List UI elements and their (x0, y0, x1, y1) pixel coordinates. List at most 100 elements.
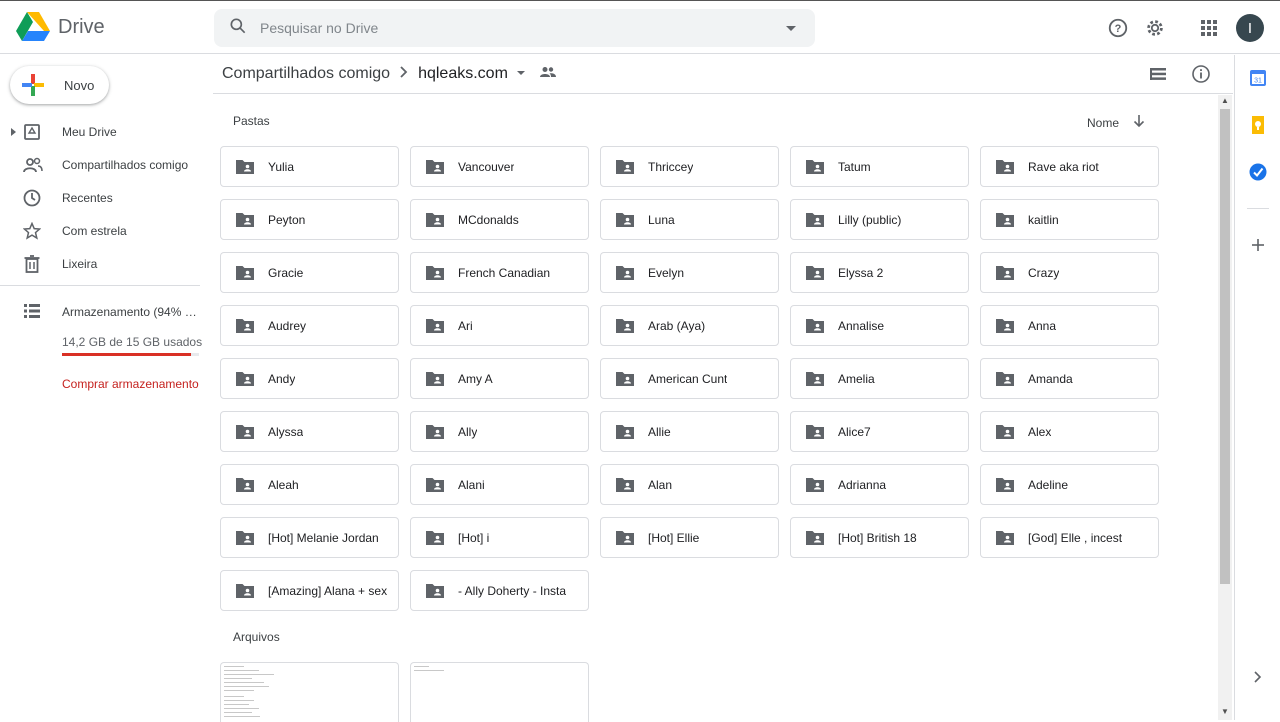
folder-item[interactable]: Tatum (790, 146, 969, 187)
shared-folder-icon (806, 318, 824, 333)
keep-icon[interactable] (1248, 115, 1268, 135)
shared-folder-icon (996, 212, 1014, 227)
help-icon[interactable]: ? (1103, 13, 1133, 43)
shared-folder-icon (236, 318, 254, 333)
drive-logo[interactable]: Drive (16, 12, 105, 42)
folder-item[interactable]: Ari (410, 305, 589, 346)
folder-item[interactable]: [Hot] Melanie Jordan (220, 517, 399, 558)
folder-item[interactable]: Ally (410, 411, 589, 452)
breadcrumb-current[interactable]: hqleaks.com (418, 65, 508, 83)
folder-item[interactable]: Rave aka riot (980, 146, 1159, 187)
folder-item[interactable]: Arab (Aya) (600, 305, 779, 346)
shared-folder-icon (806, 212, 824, 227)
shared-folder-icon (806, 477, 824, 492)
folder-item[interactable]: French Canadian (410, 252, 589, 293)
star-icon (23, 222, 41, 240)
folder-item[interactable]: Alan (600, 464, 779, 505)
sidebar-item-starred[interactable]: Com estrela (0, 216, 200, 246)
search-options-icon[interactable] (783, 20, 799, 41)
apps-grid-icon[interactable] (1194, 13, 1224, 43)
folder-item[interactable]: Adrianna (790, 464, 969, 505)
folder-menu-chevron-down-icon[interactable] (516, 65, 526, 83)
folder-item[interactable]: Gracie (220, 252, 399, 293)
search-icon[interactable] (228, 16, 248, 41)
file-thumbnail[interactable] (410, 662, 589, 722)
shared-folder-people-icon[interactable] (539, 65, 556, 83)
folder-item[interactable]: Allie (600, 411, 779, 452)
folder-item[interactable]: Audrey (220, 305, 399, 346)
folder-name: kaitlin (1028, 212, 1059, 227)
expand-panel-chevron-right-icon[interactable] (1248, 667, 1268, 687)
folder-item[interactable]: Evelyn (600, 252, 779, 293)
folder-item[interactable]: Amanda (980, 358, 1159, 399)
sort-control[interactable]: Nome (1087, 114, 1145, 131)
scroll-down-arrow-icon[interactable]: ▼ (1221, 707, 1229, 716)
folder-item[interactable]: kaitlin (980, 199, 1159, 240)
sidebar-item-shared-with-me[interactable]: Compartilhados comigo (0, 150, 200, 180)
folder-item[interactable]: Adeline (980, 464, 1159, 505)
folder-item[interactable]: [Hot] British 18 (790, 517, 969, 558)
details-info-icon[interactable] (1191, 64, 1211, 89)
scrollbar[interactable]: ▲ ▼ (1218, 95, 1232, 720)
folder-item[interactable]: Alice7 (790, 411, 969, 452)
folder-name: Alex (1028, 424, 1052, 439)
folder-item[interactable]: Alex (980, 411, 1159, 452)
sidebar-item-my-drive[interactable]: Meu Drive (0, 117, 200, 147)
folder-name: Evelyn (648, 265, 685, 280)
shared-folder-icon (236, 265, 254, 280)
shared-folder-icon (806, 530, 824, 545)
new-button[interactable]: Novo (10, 66, 109, 104)
folder-item[interactable]: Alani (410, 464, 589, 505)
shared-folder-icon (616, 265, 634, 280)
folder-item[interactable]: MCdonalds (410, 199, 589, 240)
avatar[interactable]: I (1236, 14, 1264, 42)
sidebar-item-trash[interactable]: Lixeira (0, 249, 200, 279)
scroll-up-arrow-icon[interactable]: ▲ (1221, 96, 1229, 105)
folder-item[interactable]: Annalise (790, 305, 969, 346)
search-bar[interactable]: Pesquisar no Drive (214, 9, 815, 47)
folder-item[interactable]: [Hot] Ellie (600, 517, 779, 558)
breadcrumb-parent[interactable]: Compartilhados comigo (222, 65, 390, 83)
folder-item[interactable]: American Cunt (600, 358, 779, 399)
folder-name: Aleah (268, 477, 299, 492)
expand-arrow-icon[interactable] (10, 127, 18, 137)
folder-item[interactable]: Peyton (220, 199, 399, 240)
folder-item[interactable]: Vancouver (410, 146, 589, 187)
folder-item[interactable]: Amy A (410, 358, 589, 399)
folder-item[interactable]: Crazy (980, 252, 1159, 293)
calendar-icon[interactable]: 31 (1248, 68, 1268, 88)
list-view-icon[interactable] (1149, 67, 1167, 86)
folder-item[interactable]: - Ally Doherty - Insta (410, 570, 589, 611)
folder-item[interactable]: [God] Elle , incest (980, 517, 1159, 558)
folder-item[interactable]: Amelia (790, 358, 969, 399)
shared-folder-icon (236, 583, 254, 598)
folder-item[interactable]: Lilly (public) (790, 199, 969, 240)
folder-item[interactable]: Thriccey (600, 146, 779, 187)
folder-item[interactable]: Elyssa 2 (790, 252, 969, 293)
folder-item[interactable]: Aleah (220, 464, 399, 505)
scrollbar-thumb[interactable] (1220, 109, 1230, 584)
file-thumbnail[interactable] (220, 662, 399, 722)
sidebar-item-recent[interactable]: Recentes (0, 183, 200, 213)
folder-item[interactable]: Yulia (220, 146, 399, 187)
breadcrumb: Compartilhados comigo hqleaks.com (222, 64, 556, 84)
buy-storage-link[interactable]: Comprar armazenamento (62, 377, 199, 391)
shared-folder-icon (996, 530, 1014, 545)
folder-name: Allie (648, 424, 671, 439)
folder-name: MCdonalds (458, 212, 519, 227)
folder-item[interactable]: Andy (220, 358, 399, 399)
svg-text:?: ? (1115, 23, 1122, 35)
folder-item[interactable]: [Amazing] Alana + sex (220, 570, 399, 611)
settings-gear-icon[interactable] (1140, 13, 1170, 43)
search-input[interactable]: Pesquisar no Drive (260, 20, 378, 36)
shared-folder-icon (426, 159, 444, 174)
folder-item[interactable]: Luna (600, 199, 779, 240)
sort-direction-arrow-icon[interactable] (1133, 114, 1145, 131)
folder-item[interactable]: Anna (980, 305, 1159, 346)
folder-item[interactable]: [Hot] i (410, 517, 589, 558)
folder-item[interactable]: Alyssa (220, 411, 399, 452)
sort-label[interactable]: Nome (1087, 116, 1119, 130)
add-addon-plus-icon[interactable] (1248, 235, 1268, 255)
tasks-icon[interactable] (1248, 162, 1268, 182)
top-right-actions: ? I (1096, 13, 1264, 43)
